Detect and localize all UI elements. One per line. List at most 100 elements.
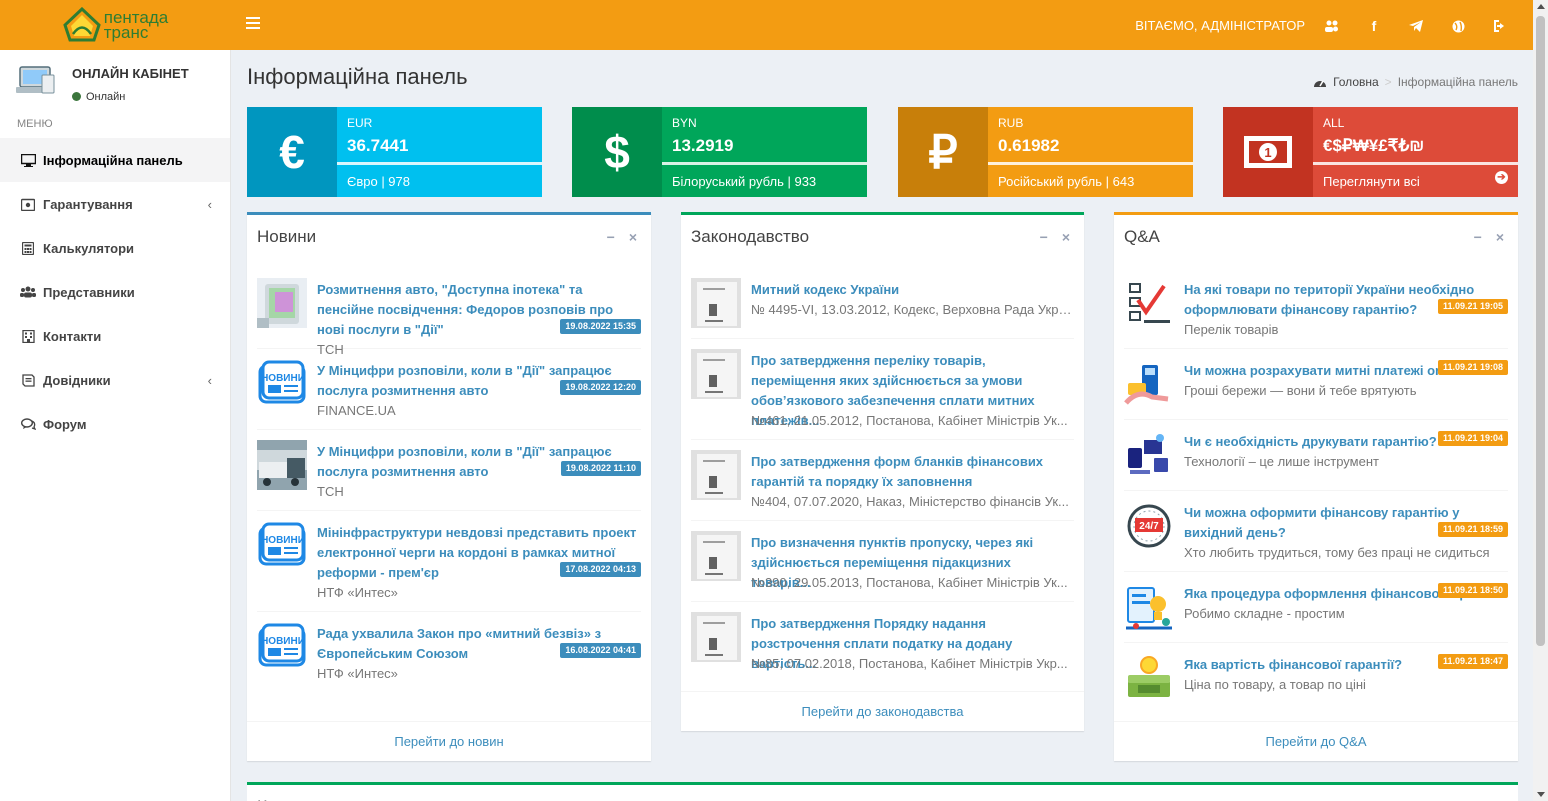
sidebar-item-label: Довідники <box>43 372 111 388</box>
qa-answer-hint: Ціна по товару, а товар по ціні <box>1184 677 1366 692</box>
welcome-user-link[interactable]: ВІТАЄМО, АДМІНІСТРАТОР <box>1135 18 1305 33</box>
law-book-thumbnail <box>691 278 741 328</box>
currency-code: RUB <box>998 116 1024 130</box>
currency-box-byn[interactable]: $ BYN 13.2919 Білоруський рубль | 933 <box>572 107 867 197</box>
page-scrollbar[interactable] <box>1533 0 1548 801</box>
news-photo-truck <box>257 440 307 490</box>
list-item[interactable]: Яка процедура оформлення фінансової гара… <box>1124 572 1508 643</box>
list-item[interactable]: 24/7 Чи можна оформити фінансову гаранті… <box>1124 491 1508 572</box>
box-tools: − × <box>607 229 637 245</box>
close-icon[interactable]: × <box>1062 229 1070 245</box>
date-badge: 16.08.2022 04:41 <box>560 643 641 658</box>
view-all-link[interactable]: Переглянути всі <box>1323 174 1420 189</box>
building-icon <box>20 328 36 344</box>
newspaper-icon: НОВИНИ <box>257 359 307 409</box>
law-details: №85, 07.02.2018, Постанова, Кабінет Міні… <box>751 656 1068 671</box>
list-item[interactable]: Чи можна розрахувати митні платежі onlin… <box>1124 349 1508 420</box>
sidebar-item-contacts[interactable]: Контакти <box>0 314 230 358</box>
qa-answer-hint: Технології – це лише інструмент <box>1184 454 1379 469</box>
process-icon <box>1124 582 1174 632</box>
law-book-thumbnail <box>691 531 741 581</box>
sidebar-item-calculators[interactable]: Калькулятори <box>0 226 230 270</box>
sidebar-item-label: Форум <box>43 416 87 432</box>
svg-text:1: 1 <box>1264 145 1271 160</box>
sidebar-item-dashboard[interactable]: Інформаційна панель <box>0 138 230 182</box>
date-badge: 19.08.2022 12:20 <box>560 380 641 395</box>
logo[interactable]: пентада транс <box>0 0 231 50</box>
scroll-up-arrow[interactable] <box>1537 4 1545 9</box>
scroll-down-arrow[interactable] <box>1537 792 1545 797</box>
currency-box-rub[interactable]: ₽ RUB 0.61982 Російський рубль | 643 <box>898 107 1193 197</box>
avatar <box>16 66 55 94</box>
list-item[interactable]: Митний кодекс України № 4495-VI, 13.03.2… <box>691 268 1074 339</box>
news-footer-link[interactable]: Перейти до новин <box>247 721 651 761</box>
currency-symbols: €$₽₩¥£₹₺₪ <box>1323 136 1425 155</box>
scroll-thumb[interactable] <box>1536 16 1545 646</box>
sidebar-item-directories[interactable]: Довідники ‹ <box>0 358 230 402</box>
currency-box-all[interactable]: 1 ALL €$₽₩¥£₹₺₪ Переглянути всі ➔ <box>1223 107 1518 197</box>
sidebar-item-label: Представники <box>43 284 135 300</box>
collapse-icon[interactable]: − <box>607 229 615 245</box>
users-cog-icon[interactable] <box>1311 15 1353 37</box>
date-badge: 17.08.2022 04:13 <box>560 562 641 577</box>
list-item[interactable]: НОВИНИ Рада ухвалила Закон про «митний б… <box>257 612 641 693</box>
collapse-icon[interactable]: − <box>1474 229 1482 245</box>
law-title-link[interactable]: Про затвердження форм бланків фінансових… <box>751 452 1074 492</box>
date-badge: 11.09.21 18:50 <box>1437 583 1508 598</box>
currency-box-eur[interactable]: € EUR 36.7441 Євро | 978 <box>247 107 542 197</box>
qa-answer-hint: Робимо складне - простим <box>1184 606 1345 621</box>
bottom-box: К <box>247 782 1518 801</box>
list-item[interactable]: Про затвердження переліку товарів, перем… <box>691 339 1074 440</box>
box-title: К <box>257 797 267 801</box>
list-item[interactable]: Яка вартість фінансової гарантії? Ціна п… <box>1124 643 1508 714</box>
date-badge: 11.09.21 18:59 <box>1437 522 1508 537</box>
qa-footer-link[interactable]: Перейти до Q&A <box>1114 721 1518 761</box>
online-status[interactable]: Онлайн <box>72 91 125 103</box>
logout-icon[interactable] <box>1479 15 1521 37</box>
qa-box: Q&A − × На які товари по території Украї… <box>1114 212 1518 761</box>
arrow-circle-right-icon[interactable]: ➔ <box>1495 171 1508 184</box>
currency-rate: 36.7441 <box>347 136 409 155</box>
law-footer-link[interactable]: Перейти до законодавства <box>681 691 1084 731</box>
list-item[interactable]: У Мінцифри розповіли, коли в "Дії" запра… <box>257 430 641 511</box>
breadcrumb-separator: > <box>1384 75 1392 89</box>
qa-answer-hint: Гроші бережи — вони й тебе врятують <box>1184 383 1417 398</box>
chevron-left-icon: ‹ <box>207 373 212 388</box>
devices-icon <box>1124 430 1174 480</box>
law-title-link[interactable]: Митний кодекс України <box>751 280 1074 300</box>
breadcrumb-home-link[interactable]: Головна <box>1333 75 1379 89</box>
list-item[interactable]: На які товари по території України необх… <box>1124 268 1508 349</box>
sidebar-item-representatives[interactable]: Представники <box>0 270 230 314</box>
collapse-icon[interactable]: − <box>1040 229 1048 245</box>
list-item[interactable]: Про затвердження форм бланків фінансових… <box>691 440 1074 521</box>
currency-rate: 13.2919 <box>672 136 734 155</box>
globe-icon[interactable] <box>1437 15 1479 37</box>
list-item[interactable]: Чи є необхідність друкувати гарантію? Те… <box>1124 420 1508 491</box>
list-item[interactable]: Розмитнення авто, "Доступна іпотека" та … <box>257 268 641 357</box>
facebook-icon[interactable]: f <box>1353 15 1395 37</box>
close-icon[interactable]: × <box>629 229 637 245</box>
sidebar-item-guarantee[interactable]: Гарантування ‹ <box>0 182 230 226</box>
close-icon[interactable]: × <box>1496 229 1504 245</box>
sidebar-item-label: Контакти <box>43 328 102 344</box>
date-badge: 11.09.21 19:04 <box>1437 431 1508 446</box>
list-item[interactable]: Про визначення пунктів пропуску, через я… <box>691 521 1074 602</box>
date-badge: 11.09.21 19:08 <box>1437 360 1508 375</box>
svg-text:НОВИНИ: НОВИНИ <box>261 636 305 647</box>
progress-bar <box>337 162 542 165</box>
list-item[interactable]: Про затвердження Порядку надання розстро… <box>691 602 1074 683</box>
dollar-icon: $ <box>572 107 662 197</box>
desktop-icon <box>20 152 36 168</box>
list-item[interactable]: НОВИНИ У Мінцифри розповіли, коли в "Дії… <box>257 349 641 430</box>
currency-code: EUR <box>347 116 373 130</box>
law-book-thumbnail <box>691 450 741 500</box>
calculator-icon <box>20 240 36 256</box>
list-item[interactable]: НОВИНИ Мінінфраструктури невдовзі предст… <box>257 511 641 612</box>
top-navbar: пентада транс ВІТАЄМО, АДМІНІСТРАТОР f <box>0 0 1533 50</box>
sidebar-item-forum[interactable]: Форум <box>0 402 230 446</box>
payment-terminal-icon <box>1124 359 1174 409</box>
box-title: Q&A <box>1124 227 1160 246</box>
telegram-icon[interactable] <box>1395 15 1437 37</box>
sidebar-toggle-button[interactable] <box>246 17 260 31</box>
comments-icon <box>20 416 36 432</box>
